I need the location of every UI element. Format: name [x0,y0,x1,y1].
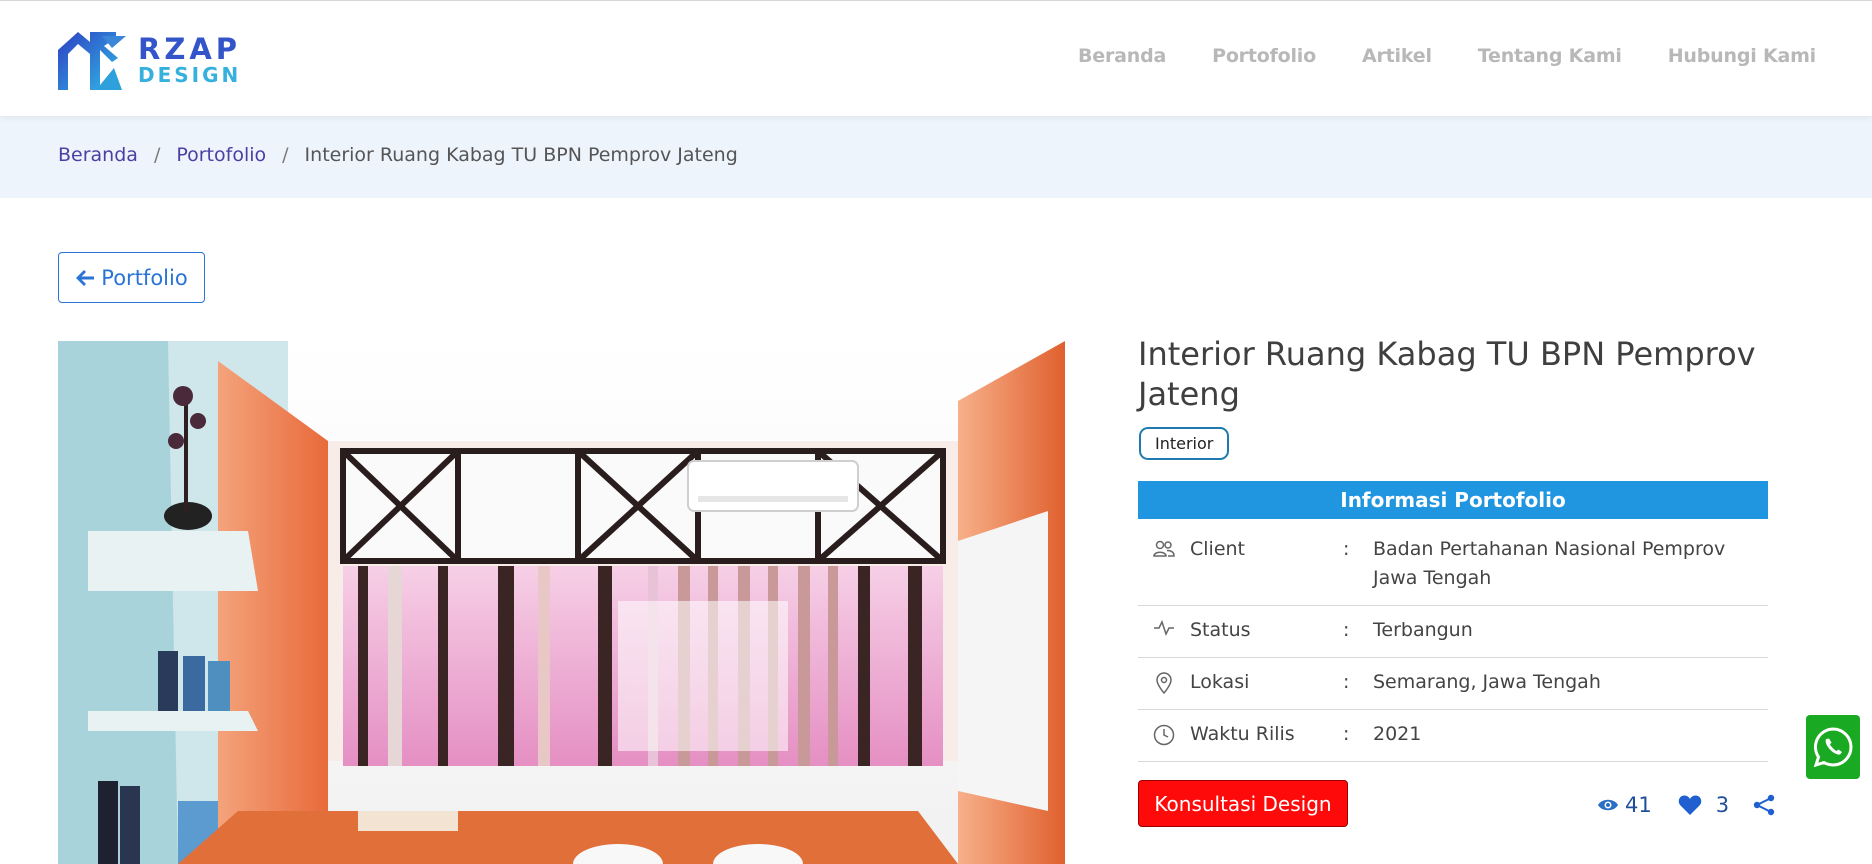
logo-line-1: RZAP [138,32,242,66]
logo[interactable]: RZAP DESIGN [56,27,246,93]
breadcrumb-current: Interior Ruang Kabag TU BPN Pemprov Jate… [304,144,738,166]
whatsapp-button[interactable] [1806,715,1860,779]
breadcrumb-separator: / [153,144,161,166]
nav-hubungi-kami[interactable]: Hubungi Kami [1668,45,1816,67]
logo-line-2: DESIGN [138,63,242,87]
like-count: 3 [1715,793,1730,817]
info-row-lokasi: Lokasi : Semarang, Jawa Tengah [1138,658,1768,710]
engagement-stats: 41 3 [1597,793,1775,817]
info-value: Badan Pertahanan Nasional Pemprov Jawa T… [1373,538,1726,589]
info-colon: : [1343,619,1350,641]
clock-icon [1138,710,1190,761]
location-pin-icon [1138,658,1190,709]
main-nav: Beranda Portofolio Artikel Tentang Kami … [1078,45,1816,67]
back-button-label: Portfolio [101,265,188,290]
portfolio-title: Interior Ruang Kabag TU BPN Pemprov Jate… [1138,335,1756,413]
info-row-status: Status : Terbangun [1138,606,1768,658]
whatsapp-icon [1813,727,1853,768]
info-heading: Informasi Portofolio [1138,481,1768,519]
nav-beranda[interactable]: Beranda [1078,45,1166,67]
portfolio-photo[interactable] [58,341,1065,864]
logo-text: RZAP DESIGN [138,32,242,87]
users-icon [1138,520,1190,605]
info-colon: : [1343,538,1350,560]
logo-mark-icon [58,32,126,90]
breadcrumb-separator: / [282,144,289,166]
heart-icon[interactable] [1678,794,1702,816]
activity-icon [1138,606,1190,657]
info-label: Lokasi [1190,671,1250,693]
info-value: Terbangun [1373,619,1473,641]
info-label: Waktu Rilis [1190,723,1295,745]
info-table: Client : Badan Pertahanan Nasional Pempr… [1138,520,1768,762]
breadcrumb-portofolio[interactable]: Portofolio [176,144,266,166]
share-icon[interactable] [1753,794,1775,816]
info-row-client: Client : Badan Pertahanan Nasional Pempr… [1138,520,1768,606]
portfolio-photo-image [58,341,1065,864]
breadcrumb-home[interactable]: Beranda [58,144,138,166]
category-tag[interactable]: Interior [1139,427,1230,460]
info-label: Client [1190,538,1246,560]
info-colon: : [1343,723,1350,745]
eye-icon [1598,799,1618,811]
info-row-waktu-rilis: Waktu Rilis : 2021 [1138,710,1768,762]
info-colon: : [1343,671,1350,693]
konsultasi-design-button[interactable]: Konsultasi Design [1138,780,1348,827]
info-value: Semarang, Jawa Tengah [1373,671,1601,693]
nav-artikel[interactable]: Artikel [1362,45,1432,67]
breadcrumb: Beranda / Portofolio / Interior Ruang Ka… [58,144,738,166]
site-header: RZAP DESIGN Beranda Portofolio Artikel T… [0,1,1872,116]
nav-tentang-kami[interactable]: Tentang Kami [1478,45,1622,67]
breadcrumb-bar: Beranda / Portofolio / Interior Ruang Ka… [0,116,1872,198]
info-label: Status [1190,619,1251,641]
arrow-left-icon [76,269,95,286]
back-to-portfolio-button[interactable]: Portfolio [58,252,205,303]
nav-portofolio[interactable]: Portofolio [1212,45,1316,67]
view-count: 41 [1625,793,1652,817]
info-value: 2021 [1373,723,1422,745]
